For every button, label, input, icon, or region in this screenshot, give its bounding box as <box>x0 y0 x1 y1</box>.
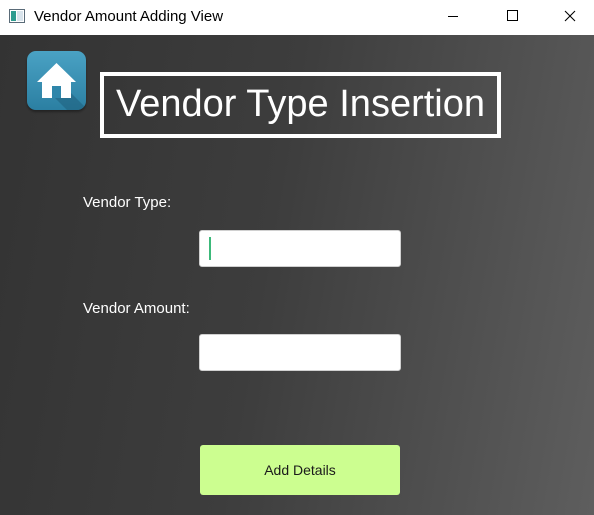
vendor-type-input[interactable] <box>199 230 401 267</box>
page-title-frame: Vendor Type Insertion <box>100 72 501 138</box>
app-window-icon <box>9 9 25 23</box>
home-icon <box>37 63 86 110</box>
content-area: Vendor Type Insertion Vendor Type: Vendo… <box>0 35 594 515</box>
minimize-icon <box>448 16 458 17</box>
maximize-icon <box>507 10 518 21</box>
app-window: Vendor Amount Adding View Vendor Type In… <box>0 0 594 515</box>
page-title: Vendor Type Insertion <box>116 83 485 125</box>
home-button[interactable] <box>27 51 86 110</box>
title-bar[interactable]: Vendor Amount Adding View <box>0 0 594 35</box>
minimize-button[interactable] <box>430 0 476 33</box>
maximize-button[interactable] <box>489 0 535 33</box>
window-title: Vendor Amount Adding View <box>34 8 224 25</box>
text-caret <box>209 237 211 260</box>
vendor-amount-input[interactable] <box>199 334 401 371</box>
vendor-amount-label: Vendor Amount: <box>83 300 190 317</box>
close-icon <box>564 10 576 22</box>
add-details-button[interactable]: Add Details <box>200 445 400 495</box>
close-button[interactable] <box>547 0 593 33</box>
vendor-type-label: Vendor Type: <box>83 194 172 211</box>
